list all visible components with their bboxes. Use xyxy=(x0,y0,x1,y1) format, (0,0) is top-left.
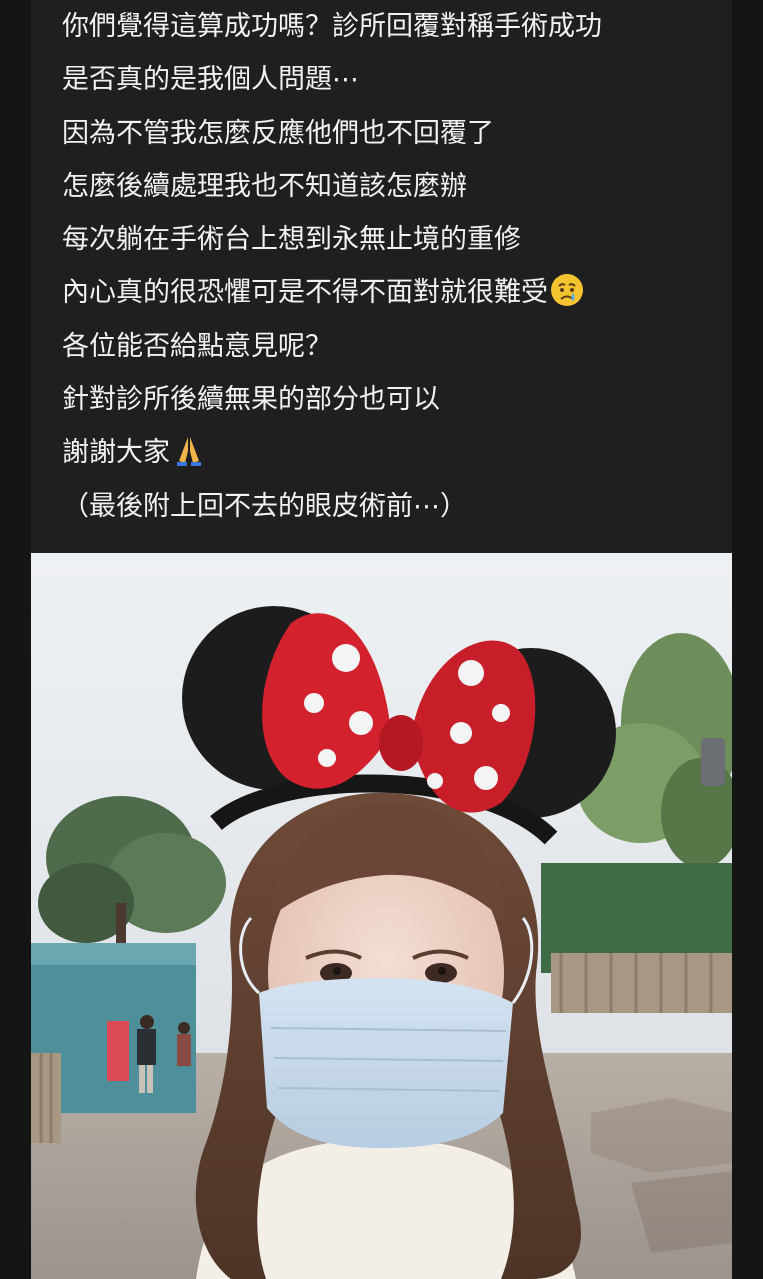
post-line-6-wrapper: 內心真的很恐懼可是不得不面對就很難受 xyxy=(62,266,702,319)
screenshot-page: 你們覺得這算成功嗎？診所回覆對稱手術成功 是否真的是我個人問題⋯ 因為不管我怎麼… xyxy=(0,0,763,1279)
crying-face-emoji xyxy=(551,274,583,307)
post-card: 你們覺得這算成功嗎？診所回覆對稱手術成功 是否真的是我個人問題⋯ 因為不管我怎麼… xyxy=(31,0,732,1279)
post-body: 你們覺得這算成功嗎？診所回覆對稱手術成功 是否真的是我個人問題⋯ 因為不管我怎麼… xyxy=(62,0,702,533)
post-line-9-wrapper: 謝謝大家 xyxy=(62,426,702,479)
folded-hands-emoji xyxy=(177,437,201,467)
selfie-illustration xyxy=(31,553,732,1279)
post-line-1: 你們覺得這算成功嗎？診所回覆對稱手術成功 xyxy=(62,11,602,42)
post-line-5: 每次躺在手術台上想到永無止境的重修 xyxy=(62,224,521,256)
selfie-photo[interactable] xyxy=(31,553,732,1279)
post-line-3: 因為不管我怎麼反應他們也不回覆了 xyxy=(62,117,494,149)
post-line-8: 針對診所後續無果的部分也可以 xyxy=(62,384,440,416)
post-line-10: （最後附上回不去的眼皮術前⋯） xyxy=(62,490,467,522)
post-line-4: 怎麼後續處理我也不知道該怎麼辦 xyxy=(62,170,467,202)
post-line-7: 各位能否給點意見呢？ xyxy=(62,330,332,362)
post-line-2: 是否真的是我個人問題⋯ xyxy=(62,64,359,96)
post-line-6: 內心真的很恐懼可是不得不面對就很難受 xyxy=(62,277,548,309)
left-fence xyxy=(31,1053,61,1143)
post-line-9: 謝謝大家 xyxy=(62,437,170,469)
